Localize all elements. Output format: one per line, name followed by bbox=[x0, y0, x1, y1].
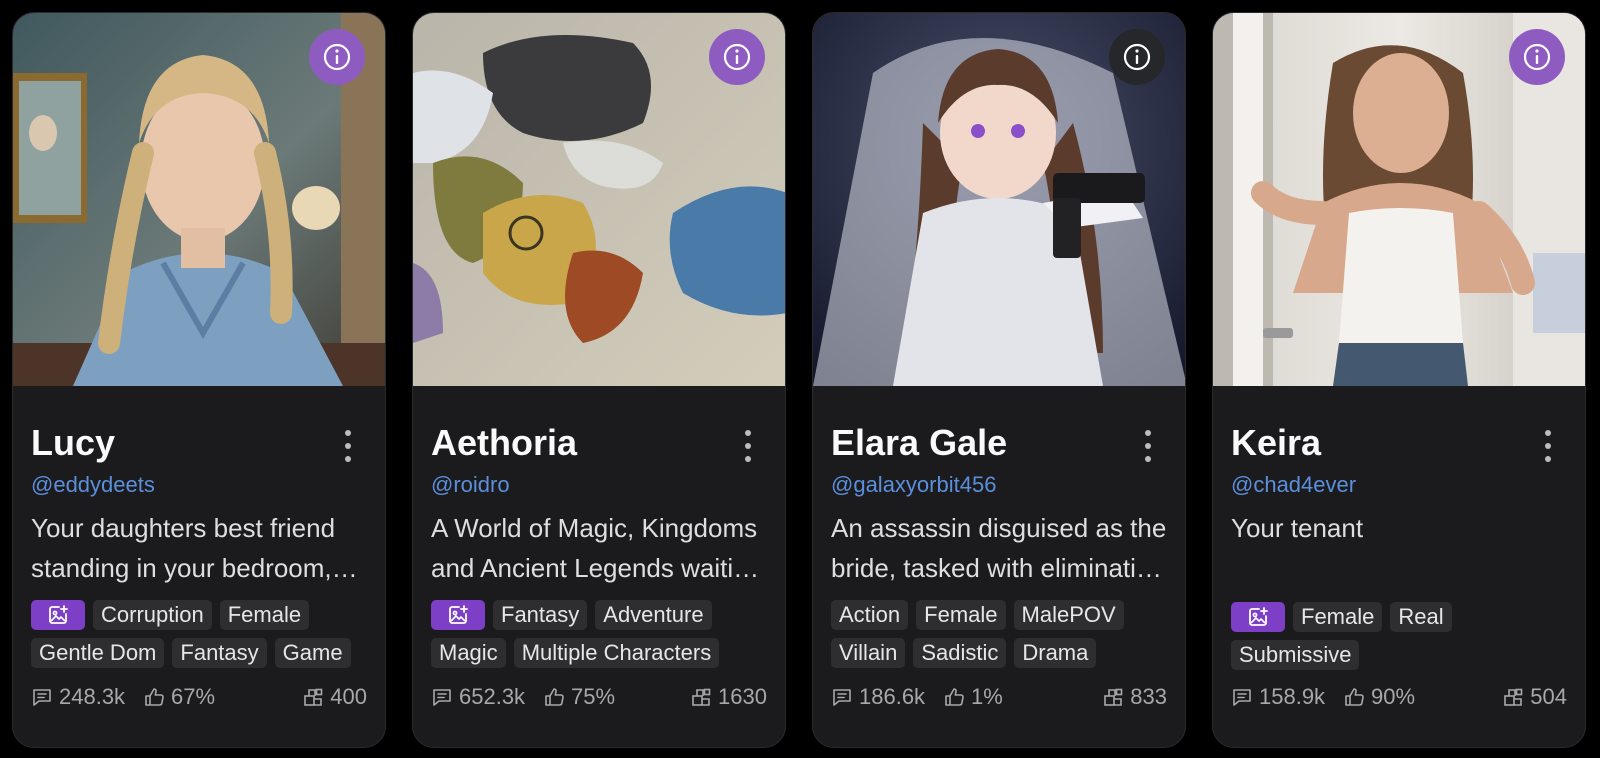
like-ratio: 1% bbox=[943, 684, 1003, 710]
character-description: An assassin disguised as the bride, task… bbox=[831, 513, 1167, 583]
tag[interactable]: Adventure bbox=[595, 600, 712, 630]
more-vertical-icon bbox=[745, 430, 751, 436]
chat-bubble-icon bbox=[431, 686, 453, 708]
tag[interactable]: Villain bbox=[831, 638, 906, 668]
card-body: Elara Gale @galaxyorbit456 An assassin d… bbox=[813, 386, 1185, 747]
character-card-grid: Lucy @eddydeets Your daughters best frie… bbox=[0, 0, 1600, 758]
more-options-button[interactable] bbox=[1533, 426, 1563, 466]
like-ratio: 90% bbox=[1343, 684, 1415, 710]
thumbs-up-icon bbox=[543, 686, 565, 708]
card-body: Lucy @eddydeets Your daughters best frie… bbox=[13, 386, 385, 747]
block-count: 400 bbox=[302, 684, 367, 710]
more-options-button[interactable] bbox=[1133, 426, 1163, 466]
character-description: A World of Magic, Kingdoms and Ancient L… bbox=[431, 513, 763, 583]
character-image[interactable] bbox=[413, 13, 785, 386]
block-count: 1630 bbox=[690, 684, 767, 710]
info-button[interactable] bbox=[709, 29, 765, 85]
more-options-button[interactable] bbox=[733, 426, 763, 466]
tag[interactable]: Action bbox=[831, 600, 909, 630]
blocks-icon bbox=[1502, 686, 1524, 708]
chat-bubble-icon bbox=[1231, 686, 1253, 708]
thumbs-up-icon bbox=[943, 686, 965, 708]
character-card-elara-gale[interactable]: Elara Gale @galaxyorbit456 An assassin d… bbox=[812, 12, 1186, 748]
info-icon bbox=[321, 41, 353, 73]
card-stats: 186.6k 1% 833 bbox=[831, 684, 1167, 716]
image-tag[interactable] bbox=[1231, 602, 1285, 632]
chat-count: 248.3k bbox=[31, 684, 125, 710]
tag[interactable]: Drama bbox=[1014, 638, 1097, 668]
image-plus-icon bbox=[46, 603, 70, 627]
card-body: Keira @chad4ever Your tenant Female Real… bbox=[1213, 386, 1585, 747]
character-description: Your tenant bbox=[1231, 513, 1364, 543]
character-image[interactable] bbox=[13, 13, 385, 386]
tag-list: Corruption Female Gentle Dom Fantasy Gam… bbox=[31, 600, 376, 668]
info-icon bbox=[1521, 41, 1553, 73]
more-options-button[interactable] bbox=[333, 426, 363, 466]
tag-list: Female Real Submissive bbox=[1231, 602, 1576, 670]
info-icon bbox=[1121, 41, 1153, 73]
character-name[interactable]: Lucy bbox=[31, 422, 115, 464]
character-card-aethoria[interactable]: Aethoria @roidro A World of Magic, Kingd… bbox=[412, 12, 786, 748]
tag-list: Action Female MalePOV Villain Sadistic D… bbox=[831, 600, 1176, 668]
more-vertical-icon bbox=[345, 430, 351, 436]
tag[interactable]: Magic bbox=[431, 638, 506, 668]
character-description: Your daughters best friend standing in y… bbox=[31, 513, 336, 583]
card-stats: 248.3k 67% 400 bbox=[31, 684, 367, 716]
tag[interactable]: Gentle Dom bbox=[31, 638, 165, 668]
card-stats: 652.3k 75% 1630 bbox=[431, 684, 767, 716]
creator-handle[interactable]: @roidro bbox=[431, 472, 510, 498]
image-plus-icon bbox=[1246, 605, 1270, 629]
tag[interactable]: Female bbox=[219, 600, 310, 630]
creator-handle[interactable]: @chad4ever bbox=[1231, 472, 1356, 498]
more-vertical-icon bbox=[1545, 430, 1551, 436]
info-icon bbox=[721, 41, 753, 73]
thumbs-up-icon bbox=[1343, 686, 1365, 708]
character-card-lucy[interactable]: Lucy @eddydeets Your daughters best frie… bbox=[12, 12, 386, 748]
blocks-icon bbox=[1102, 686, 1124, 708]
tag[interactable]: Sadistic bbox=[913, 638, 1007, 668]
tag-list: Fantasy Adventure Magic Multiple Charact… bbox=[431, 600, 776, 668]
blocks-icon bbox=[302, 686, 324, 708]
tag[interactable]: MalePOV bbox=[1013, 600, 1124, 630]
like-ratio: 75% bbox=[543, 684, 615, 710]
tag[interactable]: Fantasy bbox=[493, 600, 588, 630]
creator-handle[interactable]: @galaxyorbit456 bbox=[831, 472, 996, 498]
creator-handle[interactable]: @eddydeets bbox=[31, 472, 155, 498]
card-stats: 158.9k 90% 504 bbox=[1231, 684, 1567, 716]
chat-count: 652.3k bbox=[431, 684, 525, 710]
tag[interactable]: Game bbox=[274, 638, 351, 668]
chat-bubble-icon bbox=[831, 686, 853, 708]
block-count: 504 bbox=[1502, 684, 1567, 710]
more-vertical-icon bbox=[1145, 430, 1151, 436]
character-image[interactable] bbox=[1213, 13, 1585, 386]
chat-count: 158.9k bbox=[1231, 684, 1325, 710]
chat-count: 186.6k bbox=[831, 684, 925, 710]
character-image[interactable] bbox=[813, 13, 1185, 386]
tag[interactable]: Fantasy bbox=[172, 638, 267, 668]
tag[interactable]: Real bbox=[1390, 602, 1452, 632]
info-button[interactable] bbox=[309, 29, 365, 85]
chat-bubble-icon bbox=[31, 686, 53, 708]
tag[interactable]: Female bbox=[1293, 602, 1383, 632]
image-tag[interactable] bbox=[431, 600, 485, 630]
thumbs-up-icon bbox=[143, 686, 165, 708]
info-button[interactable] bbox=[1509, 29, 1565, 85]
info-button[interactable] bbox=[1109, 29, 1165, 85]
blocks-icon bbox=[690, 686, 712, 708]
character-name[interactable]: Aethoria bbox=[431, 422, 577, 464]
image-plus-icon bbox=[446, 603, 470, 627]
block-count: 833 bbox=[1102, 684, 1167, 710]
tag[interactable]: Multiple Characters bbox=[513, 638, 720, 668]
like-ratio: 67% bbox=[143, 684, 215, 710]
card-body: Aethoria @roidro A World of Magic, Kingd… bbox=[413, 386, 785, 747]
image-tag[interactable] bbox=[31, 600, 85, 630]
tag[interactable]: Female bbox=[916, 600, 1006, 630]
character-name[interactable]: Elara Gale bbox=[831, 422, 1007, 464]
character-name[interactable]: Keira bbox=[1231, 422, 1321, 464]
character-card-keira[interactable]: Keira @chad4ever Your tenant Female Real… bbox=[1212, 12, 1586, 748]
tag[interactable]: Corruption bbox=[93, 600, 212, 630]
tag[interactable]: Submissive bbox=[1231, 640, 1360, 670]
